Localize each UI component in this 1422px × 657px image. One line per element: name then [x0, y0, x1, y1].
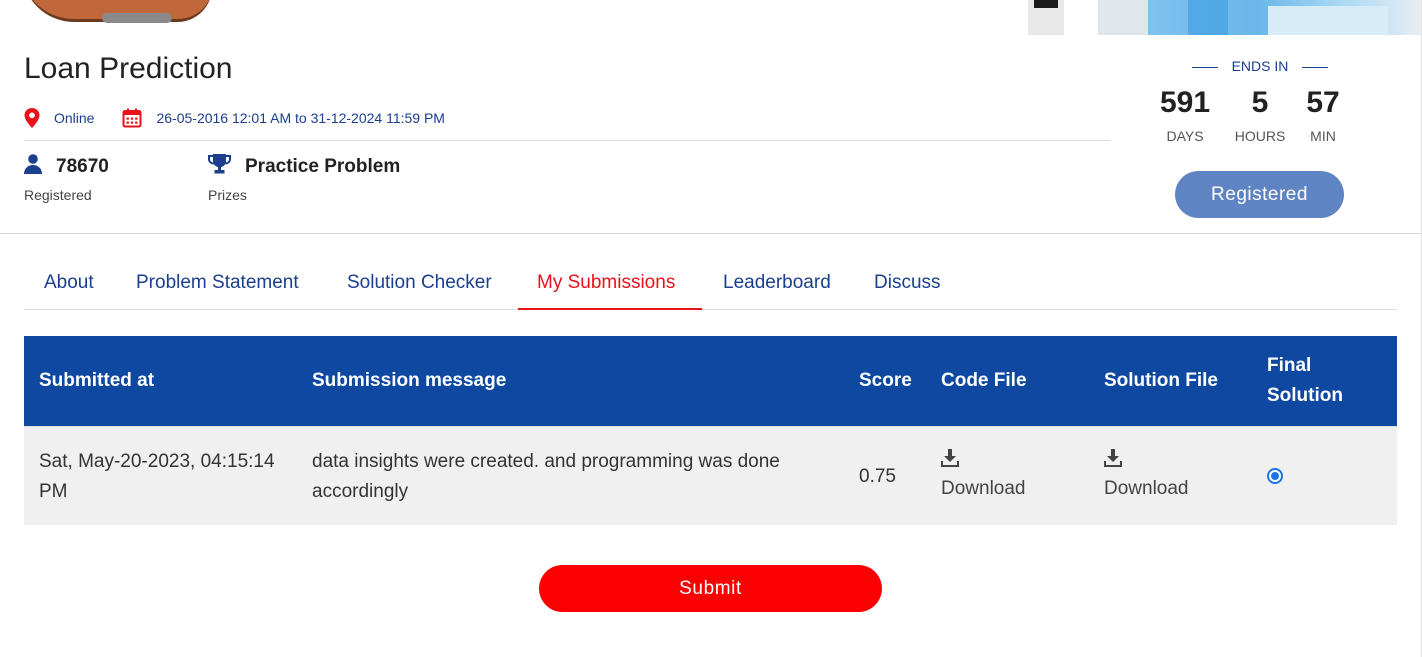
- ends-in-label: ENDS IN: [1160, 58, 1360, 74]
- table-row: Sat, May-20-2023, 04:15:14 PM data insig…: [24, 426, 1397, 525]
- tab-problem-statement[interactable]: Problem Statement: [136, 272, 299, 294]
- trophy-icon: [208, 154, 231, 179]
- tab-leaderboard[interactable]: Leaderboard: [723, 272, 831, 294]
- solution-file-download[interactable]: Download: [1104, 449, 1189, 500]
- event-dates: 26-05-2016 12:01 AM to 31-12-2024 11:59 …: [156, 110, 445, 126]
- header-final-solution-line1: Final: [1267, 355, 1312, 376]
- countdown-days: 591 DAYS: [1150, 86, 1220, 144]
- header-solution-file: Solution File: [1104, 370, 1218, 391]
- download-icon: [941, 449, 959, 472]
- countdown-minutes: 57 MIN: [1288, 86, 1358, 144]
- banner-image-right: [1028, 0, 1422, 35]
- page-title: Loan Prediction: [24, 52, 233, 85]
- prizes-stat: Practice Problem Prizes: [208, 154, 400, 203]
- registered-button[interactable]: Registered: [1175, 171, 1344, 218]
- registered-count: 78670: [56, 155, 109, 177]
- calendar-icon: [122, 108, 142, 128]
- message-cell-line1: data insights were created. and programm…: [312, 451, 780, 472]
- tab-my-submissions[interactable]: My Submissions: [537, 272, 675, 294]
- hours-value: 5: [1251, 86, 1269, 119]
- countdown-hours: 5 HOURS: [1225, 86, 1295, 144]
- submissions-table: Submitted at Submission message Score Co…: [24, 336, 1397, 525]
- active-tab-indicator: [518, 308, 702, 310]
- section-divider: [0, 233, 1422, 234]
- map-pin-icon: [24, 108, 40, 128]
- prize-value: Practice Problem: [245, 155, 401, 177]
- submitted-at-cell-line1: Sat, May-20-2023, 04:15:14: [39, 451, 275, 472]
- banner-image-left: [22, 0, 212, 23]
- header-code-file: Code File: [941, 370, 1027, 391]
- location-text: Online: [54, 110, 95, 126]
- minutes-label: MIN: [1310, 128, 1336, 144]
- prizes-label: Prizes: [208, 187, 247, 203]
- tab-about[interactable]: About: [44, 272, 94, 294]
- header-divider: [24, 140, 1110, 141]
- header-final-solution-line2: Solution: [1267, 385, 1343, 406]
- code-file-download[interactable]: Download: [941, 449, 1026, 500]
- header-submission-message: Submission message: [312, 370, 507, 391]
- registered-label: Registered: [24, 187, 92, 203]
- final-solution-radio[interactable]: [1267, 468, 1283, 484]
- code-file-download-label[interactable]: Download: [941, 478, 1026, 500]
- tab-solution-checker[interactable]: Solution Checker: [347, 272, 492, 294]
- score-cell: 0.75: [859, 466, 896, 487]
- header-score: Score: [859, 370, 912, 391]
- download-icon: [1104, 449, 1122, 472]
- registered-stat: 78670 Registered: [24, 154, 109, 203]
- minutes-value: 57: [1306, 86, 1340, 119]
- hours-label: HOURS: [1234, 128, 1286, 144]
- tab-bar: About Problem Statement Solution Checker…: [24, 262, 1397, 310]
- table-header: Submitted at Submission message Score Co…: [24, 336, 1397, 426]
- days-value: 591: [1159, 86, 1211, 119]
- event-meta: Online 26-05-2016 12:01 AM to 31-12-2024…: [24, 106, 445, 130]
- header-submitted-at: Submitted at: [39, 370, 155, 391]
- user-icon: [24, 154, 42, 179]
- submit-button[interactable]: Submit: [539, 565, 882, 612]
- solution-file-download-label[interactable]: Download: [1104, 478, 1189, 500]
- submitted-at-cell-line2: PM: [39, 481, 68, 502]
- tab-discuss[interactable]: Discuss: [874, 272, 941, 294]
- message-cell-line2: accordingly: [312, 481, 409, 502]
- days-label: DAYS: [1166, 128, 1204, 144]
